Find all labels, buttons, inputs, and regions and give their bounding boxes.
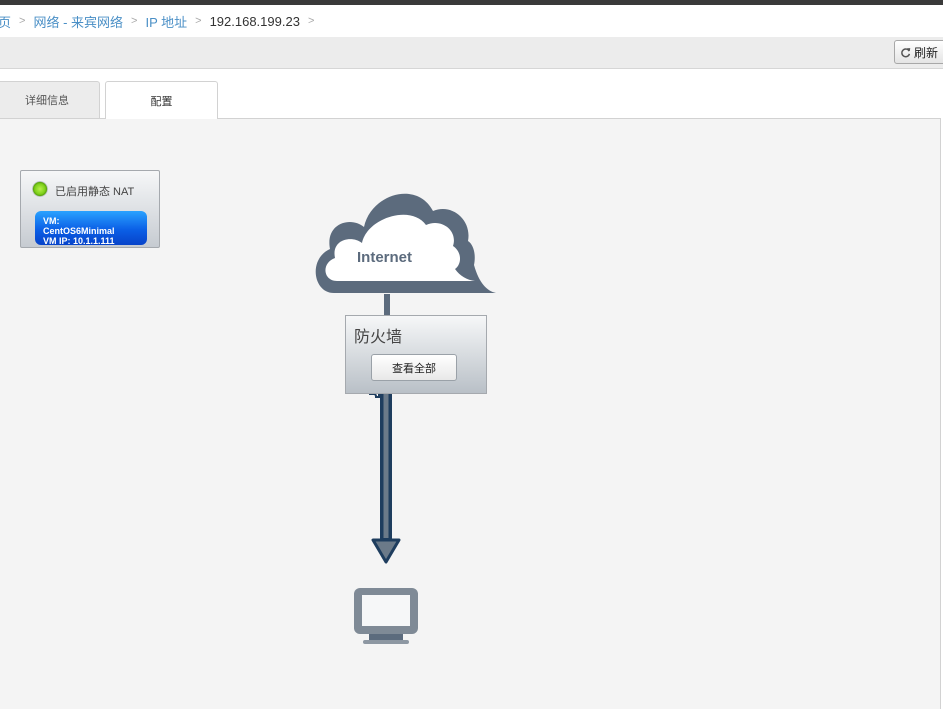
breadcrumb-network[interactable]: 网络 - 来宾网络 — [33, 12, 123, 31]
firewall-box: 防火墙 查看全部 — [345, 315, 487, 394]
internet-link-line — [384, 294, 390, 315]
cloud-icon — [315, 193, 496, 293]
breadcrumb-home[interactable]: 页 — [0, 12, 11, 31]
breadcrumb-separator: > — [131, 15, 138, 27]
breadcrumb-ip-addresses[interactable]: IP 地址 — [145, 12, 187, 31]
static-nat-box: 已启用静态 NAT VM: CentOS6Minimal VM IP: 10.1… — [20, 170, 160, 248]
configuration-panel: 已启用静态 NAT VM: CentOS6Minimal VM IP: 10.1… — [0, 118, 941, 709]
internet-label: Internet — [357, 249, 413, 266]
refresh-button[interactable]: 刷新 — [894, 40, 943, 64]
tab-configuration[interactable]: 配置 — [105, 81, 218, 119]
breadcrumb-separator: > — [307, 15, 315, 27]
toolbar: 刷新 — [0, 37, 943, 69]
nat-status-indicator — [32, 181, 48, 197]
vm-name: CentOS6Minimal — [43, 226, 115, 236]
firewall-title: 防火墙 — [354, 329, 403, 346]
breadcrumb-separator: > — [19, 15, 26, 27]
view-all-button[interactable]: 查看全部 — [371, 354, 457, 381]
breadcrumb-separator: > — [195, 15, 202, 27]
vm-info-button[interactable]: VM: CentOS6Minimal VM IP: 10.1.1.111 — [35, 211, 147, 245]
breadcrumb-current-ip: 192.168.199.23 — [209, 13, 300, 29]
tab-details[interactable]: 详细信息 — [0, 81, 100, 118]
vm-ip: VM IP: 10.1.1.111 — [43, 236, 115, 245]
vm-label: VM: — [43, 216, 60, 226]
breadcrumb: 页 > 网络 - 来宾网络 > IP 地址 > 192.168.199.23 > — [0, 5, 943, 37]
monitor-icon — [354, 588, 418, 644]
nat-status-label: 已启用静态 NAT — [55, 186, 135, 198]
tab-bar: 详细信息 配置 — [0, 69, 943, 119]
arrow-down-icon — [369, 394, 401, 564]
refresh-label: 刷新 — [914, 45, 939, 60]
refresh-icon — [901, 47, 911, 57]
